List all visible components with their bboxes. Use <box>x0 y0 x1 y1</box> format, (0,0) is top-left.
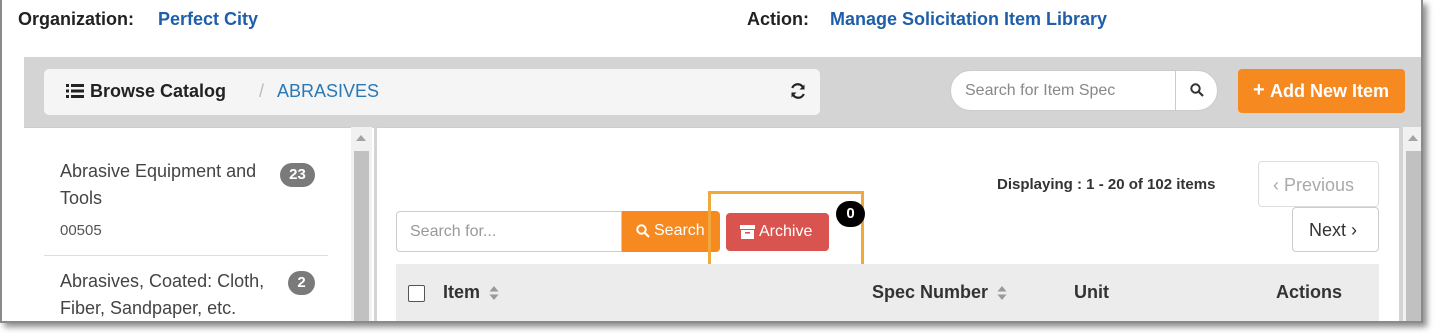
archive-button[interactable]: Archive <box>726 213 829 251</box>
column-item-label: Item <box>443 282 481 302</box>
category-sidebar: Abrasive Equipment and Tools 23 00505 Ab… <box>24 127 374 321</box>
scrollbar-thumb[interactable] <box>354 151 369 321</box>
item-spec-search-input[interactable]: Search for Item Spec <box>965 82 1115 100</box>
next-label: Next › <box>1309 220 1358 240</box>
app-window: Organization: Perfect City Action: Manag… <box>0 0 1423 323</box>
column-item[interactable]: Item <box>443 282 499 303</box>
category-name: Abrasives, Coated: Cloth, Fiber, Sandpap… <box>60 271 265 318</box>
table-header: Item Spec Number Unit Actions <box>396 264 1379 321</box>
category-item[interactable]: Abrasive Equipment and Tools 23 00505 <box>44 158 328 253</box>
divider <box>44 255 328 256</box>
category-name: Abrasive Equipment and Tools <box>60 161 257 208</box>
archive-button-label: Archive <box>759 223 813 240</box>
breadcrumb: Browse Catalog / ABRASIVES <box>44 69 820 115</box>
scroll-up-arrow-icon[interactable] <box>1408 135 1418 141</box>
add-new-item-label: Add New Item <box>1270 81 1390 101</box>
item-search-input[interactable]: Search for... <box>396 211 622 252</box>
action-value: Manage Solicitation Item Library <box>830 9 1108 29</box>
item-search-placeholder: Search for... <box>410 223 497 240</box>
organization-label: Organization: <box>18 9 134 29</box>
category-code: 00505 <box>60 222 102 239</box>
archive-count-badge: 0 <box>836 201 865 227</box>
column-actions: Actions <box>1276 282 1343 302</box>
scrollbar-thumb[interactable] <box>1406 151 1421 321</box>
column-spec-number[interactable]: Spec Number <box>872 282 1007 303</box>
sort-icon <box>489 286 499 301</box>
previous-label: ‹ Previous <box>1273 175 1355 195</box>
search-icon <box>636 224 650 238</box>
scroll-up-arrow-icon[interactable] <box>356 135 366 141</box>
category-count-badge: 23 <box>280 163 315 187</box>
breadcrumb-browse-catalog[interactable]: Browse Catalog <box>90 81 226 102</box>
category-item[interactable]: Abrasives, Coated: Cloth, Fiber, Sandpap… <box>44 268 328 321</box>
breadcrumb-current: ABRASIVES <box>277 81 380 101</box>
breadcrumb-separator: / <box>259 81 265 101</box>
category-count-badge: 2 <box>288 271 315 295</box>
context-header: Organization: Perfect City Action: Manag… <box>18 9 1421 33</box>
action-label: Action: <box>747 9 809 29</box>
sort-icon <box>997 286 1007 301</box>
column-spec-number-label: Spec Number <box>872 282 989 302</box>
main-scrollbar[interactable] <box>1403 127 1421 321</box>
column-unit: Unit <box>1074 282 1109 302</box>
list-icon <box>66 83 84 99</box>
previous-button[interactable]: ‹ Previous <box>1258 161 1379 207</box>
next-button[interactable]: Next › <box>1292 207 1379 252</box>
item-spec-search[interactable]: Search for Item Spec <box>950 70 1218 111</box>
catalog-panel: Browse Catalog / ABRASIVES Search for It… <box>24 57 1421 321</box>
add-new-item-button[interactable]: + Add New Item <box>1238 69 1405 113</box>
refresh-icon[interactable] <box>789 82 807 100</box>
plus-icon: + <box>1253 79 1265 101</box>
item-list-panel: Displaying : 1 - 20 of 102 items ‹ Previ… <box>377 127 1399 321</box>
display-count: Displaying : 1 - 20 of 102 items <box>997 176 1216 193</box>
search-icon <box>1190 83 1204 97</box>
item-spec-search-button[interactable] <box>1175 71 1217 110</box>
archive-icon <box>740 225 755 239</box>
organization-value: Perfect City <box>158 9 259 29</box>
sidebar-scrollbar[interactable] <box>351 127 372 321</box>
select-all-checkbox[interactable] <box>408 285 425 302</box>
search-button[interactable]: Search <box>622 211 720 252</box>
search-button-label: Search <box>654 222 705 239</box>
